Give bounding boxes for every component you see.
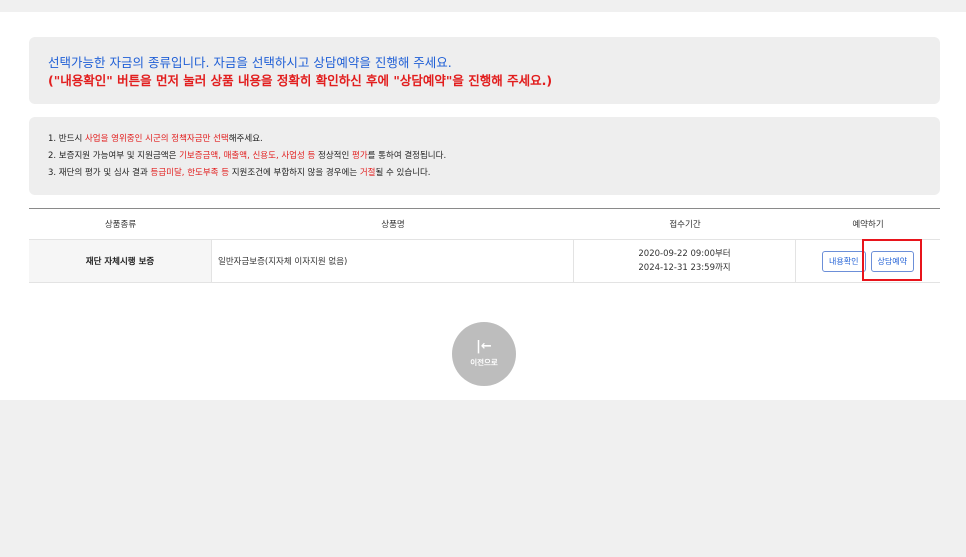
rule-highlight-text: 등급미달, 한도부족 등	[150, 168, 230, 178]
selection-notice: 선택가능한 자금의 종류입니다. 자금을 선택하시고 상담예약을 진행해 주세요…	[29, 37, 940, 104]
cell-actions: 내용확인 상담예약	[796, 240, 940, 282]
rule-text: 3. 재단의 평가 및 심사 결과	[48, 168, 151, 178]
rule-text: 1. 반드시	[48, 134, 85, 144]
header-product-type: 상품종류	[104, 220, 137, 230]
rule-text: 2. 보증지원 가능여부 및 지원금액은	[48, 151, 180, 161]
rule-text: 해주세요.	[228, 134, 263, 144]
rule-text: 를 통하여 결정됩니다.	[367, 151, 447, 161]
cell-product-name: 일반자금보증(지자체 이자지원 없음)	[212, 240, 574, 282]
back-arrow-icon: |←	[476, 339, 492, 354]
cell-product-type: 재단 자체시행 보증	[29, 240, 212, 282]
header-period: 접수기간	[669, 220, 701, 230]
table-header: 상품종류 상품명 접수기간 예약하기	[29, 209, 940, 240]
table-row: 재단 자체시행 보증 일반자금보증(지자체 이자지원 없음) 2020-09-2…	[29, 240, 940, 283]
rule-highlight-text: 사업을 영위중인 시군의 정책자금만 선택	[84, 134, 229, 144]
rule-line: 3. 재단의 평가 및 심사 결과 등급미달, 한도부족 등 지원조건에 부합하…	[48, 165, 921, 182]
back-button-label: 이전으로	[470, 358, 498, 367]
header-product-name: 상품명	[381, 220, 405, 230]
notice-line-2: ("내용확인" 버튼을 먼저 눌러 상품 내용을 정확히 확인하신 후에 "상담…	[48, 73, 553, 88]
rule-text: 지원조건에 부합하지 않을 경우에는	[229, 168, 360, 178]
main-panel: 선택가능한 자금의 종류입니다. 자금을 선택하시고 상담예약을 진행해 주세요…	[0, 12, 966, 400]
rule-highlight-text: 기보증금액, 매출액, 신용도, 사업성 등	[179, 151, 316, 161]
rules-notice: 1. 반드시 사업을 영위중인 시군의 정책자금만 선택해주세요. 2. 보증지원…	[29, 117, 940, 195]
detail-button[interactable]: 내용확인	[822, 250, 866, 272]
rule-line: 1. 반드시 사업을 영위중인 시군의 정책자금만 선택해주세요.	[48, 131, 921, 148]
rule-highlight-text: 평가	[352, 151, 368, 161]
period-end: 2024-12-31 23:59까지	[638, 263, 731, 273]
notice-line-1: 선택가능한 자금의 종류입니다. 자금을 선택하시고 상담예약을 진행해 주세요…	[48, 55, 452, 70]
rule-highlight-text: 거절	[359, 168, 376, 178]
rule-text: 정상적인	[315, 151, 353, 161]
header-reserve: 예약하기	[852, 220, 884, 230]
reserve-button[interactable]: 상담예약	[870, 250, 914, 272]
cell-period: 2020-09-22 09:00부터 2024-12-31 23:59까지	[574, 240, 796, 282]
period-start: 2020-09-22 09:00부터	[638, 249, 731, 259]
rule-text: 될 수 있습니다.	[375, 168, 431, 178]
product-table: 상품종류 상품명 접수기간 예약하기 재단 자체시행 보증 일반자금보증(지자체…	[29, 208, 940, 283]
back-button[interactable]: |← 이전으로	[452, 322, 516, 386]
rule-line: 2. 보증지원 가능여부 및 지원금액은 기보증금액, 매출액, 신용도, 사업…	[48, 148, 921, 165]
